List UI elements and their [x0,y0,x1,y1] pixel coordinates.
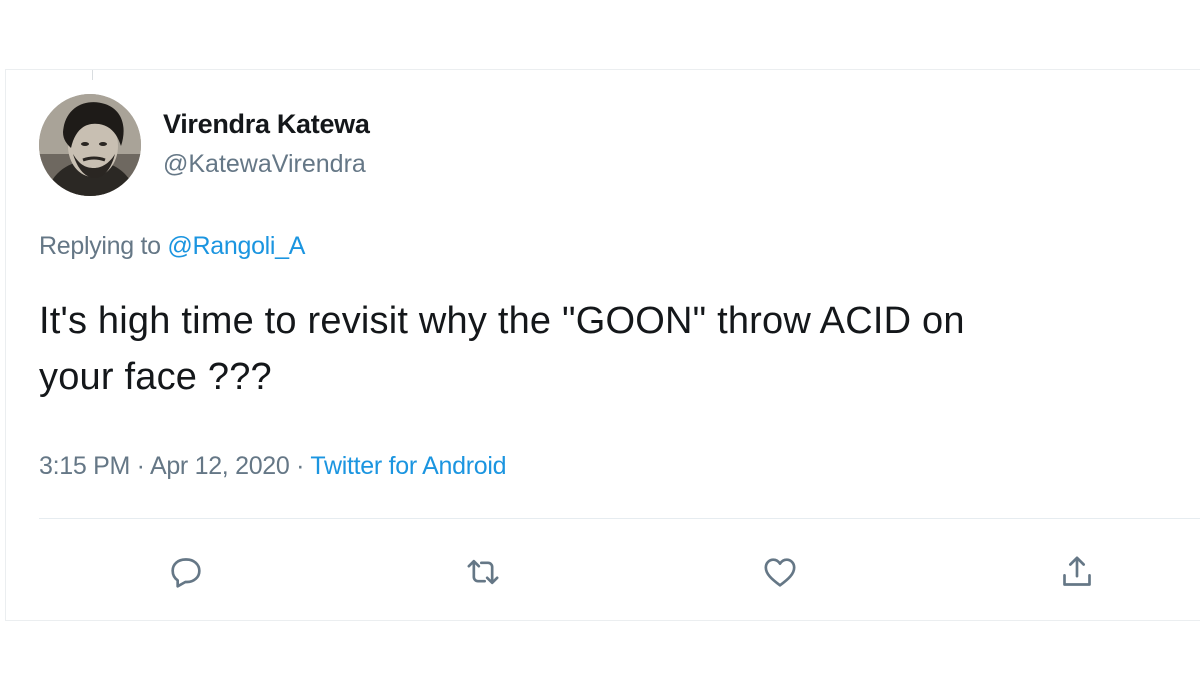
user-handle[interactable]: @KatewaVirendra [163,150,366,179]
share-button[interactable] [1055,550,1099,594]
avatar[interactable] [39,94,141,196]
tweet-meta: 3:15 PM · Apr 12, 2020 · Twitter for And… [39,452,506,481]
tweet-text-line: It's high time to revisit why the "GOON"… [39,300,965,342]
tweet-text-line: your face ??? [39,356,272,398]
tweet-date[interactable]: Apr 12, 2020 [150,452,290,480]
reply-button[interactable] [164,550,208,594]
retweet-icon [467,559,499,585]
divider [39,518,1200,519]
display-name[interactable]: Virendra Katewa [163,109,370,140]
meta-separator: · [130,452,150,480]
like-button[interactable] [758,550,802,594]
meta-separator: · [289,452,311,480]
replying-to-label: Replying to [39,232,168,260]
tweet-source-link[interactable]: Twitter for Android [310,452,506,480]
reply-icon [171,558,201,588]
page: Virendra Katewa @KatewaVirendra Replying… [0,0,1200,675]
heart-icon [764,558,796,587]
profile-photo-icon [39,94,141,196]
tweet-time[interactable]: 3:15 PM [39,452,130,480]
thread-connector [92,70,93,80]
share-icon [1063,556,1091,586]
tweet-text: It's high time to revisit why the "GOON"… [39,293,1200,405]
mention-link[interactable]: @Rangoli_A [167,232,305,260]
tweet-card: Virendra Katewa @KatewaVirendra Replying… [5,69,1200,621]
retweet-button[interactable] [461,550,505,594]
replying-to: Replying to @Rangoli_A [39,232,305,261]
